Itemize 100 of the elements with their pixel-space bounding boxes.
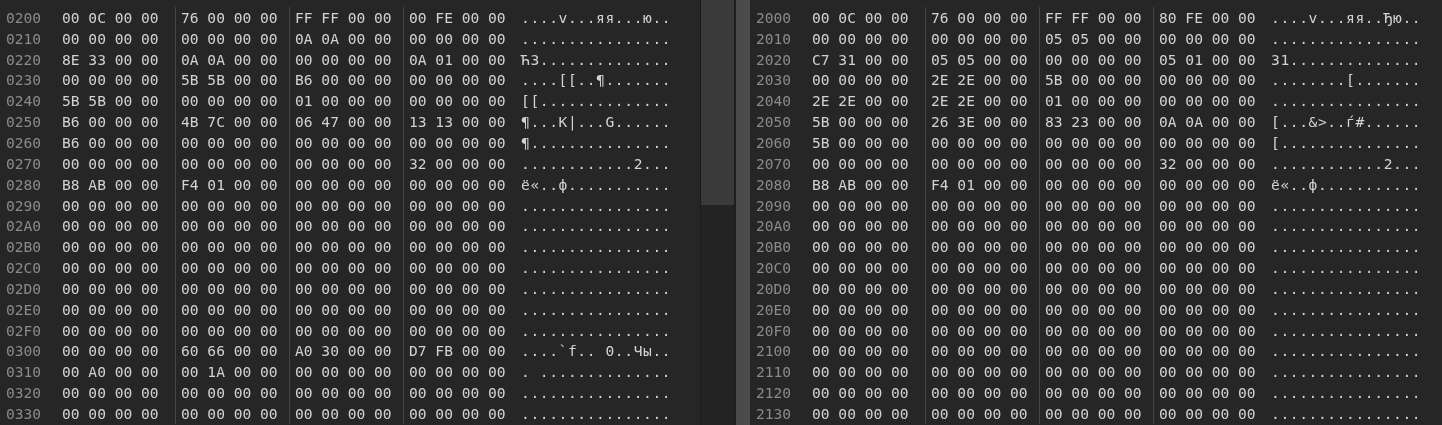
row-offset: 0210 (6, 29, 43, 47)
hex-bytes: 05 05 00 00 (931, 50, 1028, 68)
ascii-text: ............2... (1271, 154, 1422, 172)
hex-bytes: 00 00 00 00 (1159, 134, 1256, 151)
hex-bytes: 00 00 00 00 (931, 238, 1028, 256)
row-offset: 2060 (756, 134, 793, 151)
hex-bytes: 00 00 00 00 (409, 92, 506, 110)
hex-bytes: 00 00 00 00 (181, 92, 278, 110)
hex-bytes: 01 00 00 00 (1045, 92, 1142, 110)
pane-splitter[interactable] (734, 0, 750, 425)
hex-bytes: 00 00 00 00 (409, 217, 506, 235)
hex-bytes: 00 00 00 00 (62, 154, 159, 172)
row-offset: 02C0 (6, 259, 43, 277)
ascii-text: ................ (1271, 29, 1422, 47)
hex-bytes: 00 00 00 00 (931, 342, 1028, 360)
ascii-text: ................ (1271, 196, 1422, 214)
row-offset: 02B0 (6, 238, 43, 256)
hex-bytes: 00 00 00 00 (1159, 29, 1256, 47)
row-offset: 2100 (756, 342, 793, 360)
ascii-text: [...&>..ѓ#...... (1271, 113, 1422, 131)
hex-bytes: 00 00 00 00 (295, 238, 392, 256)
hex-bytes: 00 00 00 00 (295, 363, 392, 381)
hex-bytes: 00 00 00 00 (1045, 196, 1142, 214)
row-offset: 0260 (6, 134, 43, 151)
hex-bytes: 00 0C 00 00 (812, 8, 909, 26)
hex-bytes: 00 00 00 00 (1045, 321, 1142, 339)
hex-bytes: 01 00 00 00 (295, 92, 392, 110)
row-offset: 2040 (756, 92, 793, 110)
hex-bytes: 0A 01 00 00 (409, 50, 506, 68)
hex-bytes: 00 00 00 00 (181, 29, 278, 47)
ascii-text: ....[[..¶....... (521, 71, 672, 89)
hex-bytes: 00 00 00 00 (1045, 259, 1142, 277)
hex-bytes: 00 00 00 00 (1159, 279, 1256, 297)
ascii-text: ............2... (521, 154, 672, 172)
hex-bytes: 00 00 00 00 (181, 279, 278, 297)
hex-bytes: 26 3E 00 00 (931, 113, 1028, 131)
ascii-text: ....v...яя...ю.. (521, 8, 672, 26)
hex-bytes: 00 00 00 00 (295, 404, 392, 422)
hex-bytes: 00 00 00 00 (409, 196, 506, 214)
hex-bytes: 00 00 00 00 (181, 154, 278, 172)
hex-bytes: 00 00 00 00 (1159, 384, 1256, 402)
row-offset: 02E0 (6, 300, 43, 318)
ascii-text: ................ (521, 238, 672, 256)
hex-bytes: 00 00 00 00 (62, 71, 159, 89)
hex-bytes: 00 00 00 00 (1159, 300, 1256, 318)
hex-bytes: 32 00 00 00 (1159, 154, 1256, 172)
hex-bytes: 00 00 00 00 (1045, 175, 1142, 193)
hex-bytes: 00 00 00 00 (812, 384, 909, 402)
row-offset: 0280 (6, 175, 43, 193)
scrollbar-thumb[interactable] (701, 0, 734, 205)
hex-bytes: 00 00 00 00 (1159, 217, 1256, 235)
ascii-text: ё«..ф........... (521, 175, 672, 193)
hex-bytes: 00 00 00 00 (295, 217, 392, 235)
hex-bytes: 00 00 00 00 (1159, 321, 1256, 339)
row-offset: 0270 (6, 154, 43, 172)
ascii-text: ....`f.. 0..Чы.. (521, 342, 672, 360)
hex-bytes: 00 00 00 00 (181, 384, 278, 402)
row-offset: 0230 (6, 71, 43, 89)
hex-bytes: 00 FE 00 00 (409, 8, 506, 26)
row-offset: 2050 (756, 113, 793, 131)
row-offset: 0200 (6, 8, 43, 26)
hex-bytes: 00 00 00 00 (931, 363, 1028, 381)
row-offset: 0220 (6, 50, 43, 68)
hex-bytes: 32 00 00 00 (409, 154, 506, 172)
hex-bytes: 00 00 00 00 (409, 363, 506, 381)
hex-bytes: 00 00 00 00 (931, 196, 1028, 214)
hex-bytes: 00 00 00 00 (1045, 134, 1142, 151)
ascii-text: ................ (1271, 342, 1422, 360)
ascii-text: ¶...K|...G...... (521, 113, 672, 131)
ascii-text: ¶............... (521, 134, 672, 151)
hex-bytes: 00 00 00 00 (62, 196, 159, 214)
hex-bytes: 05 05 00 00 (1045, 29, 1142, 47)
hex-bytes: 80 FE 00 00 (1159, 8, 1256, 26)
row-offset: 2090 (756, 196, 793, 214)
row-offset: 0290 (6, 196, 43, 214)
hex-bytes: 00 00 00 00 (181, 259, 278, 277)
hex-bytes: 00 00 00 00 (295, 259, 392, 277)
hex-bytes: 00 00 00 00 (812, 196, 909, 214)
hex-bytes: 00 00 00 00 (1159, 342, 1256, 360)
ascii-text: ................ (1271, 238, 1422, 256)
hex-bytes: 00 00 00 00 (931, 217, 1028, 235)
hex-bytes: 00 00 00 00 (295, 384, 392, 402)
row-offset: 20C0 (756, 259, 793, 277)
hex-bytes: 00 00 00 00 (409, 238, 506, 256)
hex-bytes: 00 00 00 00 (931, 321, 1028, 339)
hex-bytes: 00 00 00 00 (409, 300, 506, 318)
hex-bytes: 00 00 00 00 (1045, 404, 1142, 422)
row-offset: 2120 (756, 384, 793, 402)
row-offset: 02D0 (6, 279, 43, 297)
hex-bytes: 00 00 00 00 (62, 404, 159, 422)
hex-bytes: 00 00 00 00 (1045, 363, 1142, 381)
hex-bytes: 00 00 00 00 (62, 321, 159, 339)
hex-bytes: B6 00 00 00 (295, 71, 392, 89)
hex-bytes: 00 00 00 00 (1159, 404, 1256, 422)
hex-bytes: 00 00 00 00 (812, 300, 909, 318)
hex-bytes: 8E 33 00 00 (62, 50, 159, 68)
hex-bytes: 00 00 00 00 (812, 363, 909, 381)
row-offset: 2010 (756, 29, 793, 47)
ascii-text: ................ (521, 29, 672, 47)
row-offset: 2030 (756, 71, 793, 89)
